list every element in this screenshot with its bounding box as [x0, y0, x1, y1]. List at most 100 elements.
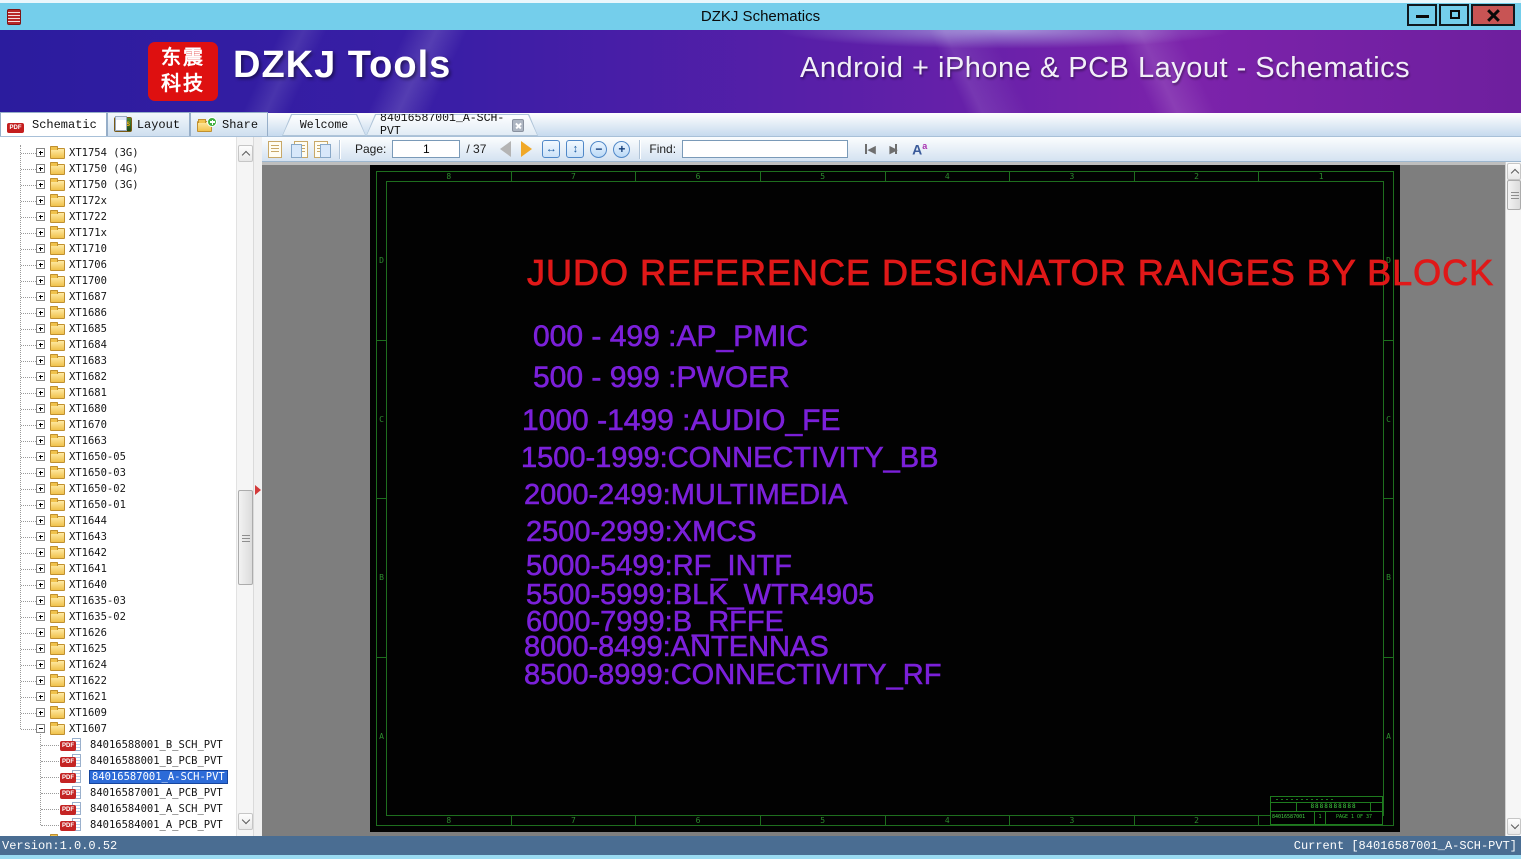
expand-plus-icon[interactable]	[36, 628, 45, 637]
expand-plus-icon[interactable]	[36, 580, 45, 589]
expand-plus-icon[interactable]	[36, 596, 45, 605]
tree-folder-row[interactable]: XT1650-05	[0, 449, 236, 465]
expand-plus-icon[interactable]	[36, 388, 45, 397]
expand-plus-icon[interactable]	[36, 308, 45, 317]
tree-folder-row[interactable]: XT1642	[0, 545, 236, 561]
tree-file-row[interactable]: PDF 84016587001_A_PCB_PVT	[0, 785, 236, 801]
expand-plus-icon[interactable]	[36, 244, 45, 253]
tree-folder-row[interactable]: XT1700	[0, 273, 236, 289]
expand-plus-icon[interactable]	[36, 500, 45, 509]
page-view-icon[interactable]	[268, 140, 282, 158]
tree-folder-row[interactable]: XT1710	[0, 241, 236, 257]
expand-plus-icon[interactable]	[36, 212, 45, 221]
find-prev-icon[interactable]: ◀	[860, 143, 878, 156]
expand-plus-icon[interactable]	[36, 468, 45, 477]
match-case-icon[interactable]: Aa	[912, 141, 927, 158]
expand-plus-icon[interactable]	[36, 292, 45, 301]
fit-page-button[interactable]: ↕	[566, 140, 585, 158]
tree-folder-row[interactable]: XT1680	[0, 401, 236, 417]
expand-plus-icon[interactable]	[36, 356, 45, 365]
tree-folder-row[interactable]: XT1622	[0, 673, 236, 689]
tree-folder-row[interactable]: XT1650-02	[0, 481, 236, 497]
expand-plus-icon[interactable]	[36, 644, 45, 653]
find-input[interactable]	[682, 140, 849, 158]
tree-file-row[interactable]: PDF 84016584001_A_SCH_PVT	[0, 801, 236, 817]
next-page-icon[interactable]	[521, 141, 533, 157]
fit-width-button[interactable]: ↔	[542, 140, 561, 158]
scroll-up-button[interactable]	[1507, 163, 1521, 180]
tree-folder-row[interactable]: XT1687	[0, 289, 236, 305]
tree-scrollbar[interactable]	[236, 137, 253, 836]
tree-folder-row[interactable]: XT1625	[0, 641, 236, 657]
viewer-scrollbar-thumb[interactable]	[1507, 180, 1521, 210]
tree-folder-row[interactable]: XT1686	[0, 305, 236, 321]
expand-plus-icon[interactable]	[36, 196, 45, 205]
tree-folder-row[interactable]: XT1643	[0, 529, 236, 545]
tree-folder-row[interactable]: XT1650-03	[0, 465, 236, 481]
tab-share[interactable]: Share	[190, 112, 269, 136]
expand-plus-icon[interactable]	[36, 676, 45, 685]
rotate-right-icon[interactable]	[314, 140, 331, 158]
expand-plus-icon[interactable]	[36, 180, 45, 189]
expand-plus-icon[interactable]	[36, 164, 45, 173]
expand-plus-icon[interactable]	[36, 324, 45, 333]
expand-plus-icon[interactable]	[36, 612, 45, 621]
tree-folder-row[interactable]: XT1682	[0, 369, 236, 385]
tree-folder-row[interactable]: XT1635-03	[0, 593, 236, 609]
tree-folder-row[interactable]: XT1641	[0, 561, 236, 577]
pdf-viewer[interactable]: 87654321 87654321 DCBA DCBA JUDO REFEREN…	[262, 162, 1521, 836]
tree-folder-row[interactable]: XT1706	[0, 257, 236, 273]
tree-folder-row[interactable]: XT1683	[0, 353, 236, 369]
find-next-icon[interactable]: ▶	[884, 143, 902, 156]
tree-folder-row[interactable]: XT1685	[0, 321, 236, 337]
tab-close-icon[interactable]	[512, 119, 524, 132]
tab-welcome[interactable]: Welcome	[282, 114, 366, 136]
rotate-left-icon[interactable]	[291, 140, 308, 158]
scroll-up-button[interactable]	[238, 145, 253, 162]
expand-plus-icon[interactable]	[36, 708, 45, 717]
page-number-input[interactable]	[392, 140, 461, 158]
zoom-in-button[interactable]: +	[613, 140, 631, 158]
tree-folder-row[interactable]: XT1750 (3G)	[0, 177, 236, 193]
splitter-collapse-icon[interactable]	[255, 485, 261, 495]
expand-plus-icon[interactable]	[36, 276, 45, 285]
tree-folder-row-expanded[interactable]: XT1607	[0, 721, 236, 737]
close-button[interactable]	[1471, 4, 1515, 26]
prev-page-icon[interactable]	[500, 141, 512, 157]
tree-folder-row[interactable]: XT1670	[0, 417, 236, 433]
minimize-button[interactable]	[1407, 4, 1437, 26]
tree-folder-row[interactable]: XT1754 (3G)	[0, 145, 236, 161]
expand-plus-icon[interactable]	[36, 548, 45, 557]
sidebar-splitter[interactable]	[253, 137, 262, 836]
tree-scrollbar-thumb[interactable]	[238, 490, 253, 585]
scroll-down-button[interactable]	[1507, 818, 1521, 835]
tree-folder-row[interactable]: XT1621	[0, 689, 236, 705]
collapse-minus-icon[interactable]	[36, 724, 45, 733]
expand-plus-icon[interactable]	[36, 436, 45, 445]
tree-folder-row[interactable]: XT1640	[0, 577, 236, 593]
tree-folder-row[interactable]: XT1635-02	[0, 609, 236, 625]
tree-folder-row[interactable]: XT1644	[0, 513, 236, 529]
tree-folder-row[interactable]: XT1624	[0, 657, 236, 673]
tree-folder-row[interactable]: XT1663	[0, 433, 236, 449]
expand-plus-icon[interactable]	[36, 484, 45, 493]
tree-folder-row[interactable]: XT1609	[0, 705, 236, 721]
expand-plus-icon[interactable]	[36, 516, 45, 525]
expand-plus-icon[interactable]	[36, 420, 45, 429]
tree-folder-row[interactable]: XT1722	[0, 209, 236, 225]
expand-plus-icon[interactable]	[36, 532, 45, 541]
maximize-button[interactable]	[1439, 4, 1469, 26]
scroll-down-button[interactable]	[238, 813, 253, 830]
tree-folder-row[interactable]: XT1684	[0, 337, 236, 353]
expand-plus-icon[interactable]	[36, 564, 45, 573]
expand-plus-icon[interactable]	[36, 148, 45, 157]
tree-file-row-selected[interactable]: PDF 84016587001_A-SCH-PVT	[0, 769, 236, 785]
expand-plus-icon[interactable]	[36, 372, 45, 381]
expand-plus-icon[interactable]	[36, 692, 45, 701]
tree-folder-row[interactable]: XT1681	[0, 385, 236, 401]
expand-plus-icon[interactable]	[36, 404, 45, 413]
tree-folder-row[interactable]: XT1626	[0, 625, 236, 641]
tree-file-row[interactable]: PDF 84016584001_A_PCB_PVT	[0, 817, 236, 833]
expand-plus-icon[interactable]	[36, 260, 45, 269]
viewer-scrollbar[interactable]	[1505, 162, 1521, 836]
